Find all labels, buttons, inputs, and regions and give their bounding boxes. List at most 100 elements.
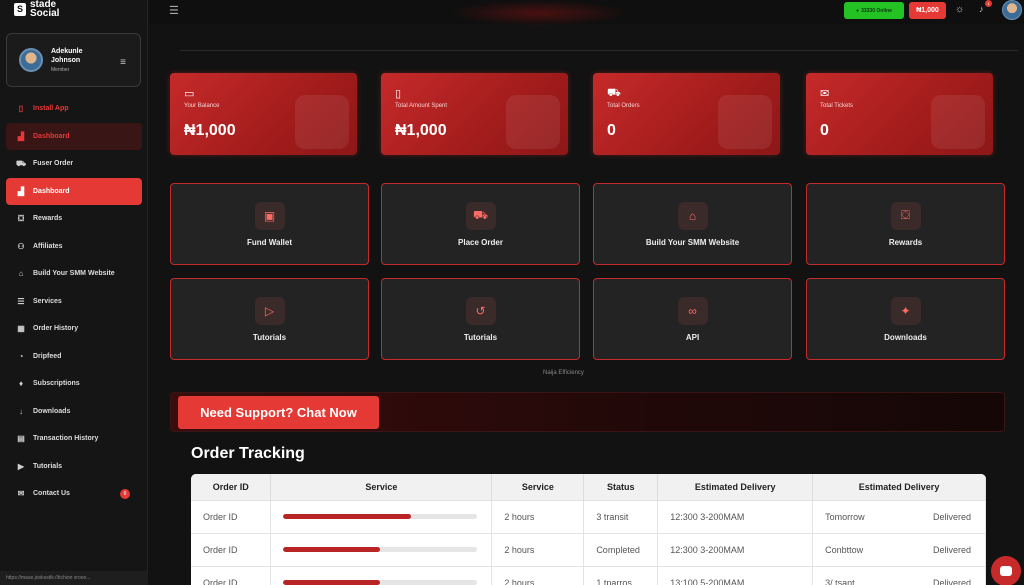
wallet-icon: ▭ <box>184 88 195 100</box>
arrow-down-icon: ↓ <box>19 406 23 416</box>
column-header[interactable]: Estimated Delivery <box>812 474 986 500</box>
play-icon: ▷ <box>254 296 285 325</box>
user-avatar[interactable] <box>1002 0 1022 20</box>
download-app-icon: ▯ <box>18 104 24 114</box>
action-build-your-smm-website[interactable]: ⌂ Build Your SMM Website <box>593 183 792 265</box>
status-cell: 3 transit <box>583 499 659 533</box>
store-icon: ⌂ <box>677 201 708 230</box>
stat-label: Total Orders <box>607 103 640 109</box>
profile-menu-icon[interactable]: ≡ <box>120 57 126 68</box>
app-root: S stade Social Adekunle Johnson Member ≡… <box>0 0 1024 585</box>
table-row[interactable]: Order ID 2 hours Completed 12:300 3-200MAM C… <box>191 532 986 566</box>
hamburger-icon[interactable]: ☰ <box>169 4 179 17</box>
sun-icon[interactable]: ☼ <box>955 4 964 15</box>
sidebar-item-build-your-smm-website[interactable]: ⌂ Build Your SMM Website <box>6 260 142 288</box>
online-status-text: 33330 Online <box>861 7 892 14</box>
stat-label: Your Balance <box>184 103 220 109</box>
bell-icon[interactable]: ♪ <box>979 4 984 14</box>
sidebar-item-rewards[interactable]: ⛋ Rewards <box>6 205 142 233</box>
delivered-text: Delivered <box>932 511 971 522</box>
column-header[interactable]: Service <box>491 474 585 500</box>
sidebar-item-dripfeed[interactable]: ◔ Dripfeed <box>6 343 142 371</box>
topbar: ☰ ● 33330 Online ₦1,000 ☼ ♪ 1 <box>149 0 1024 26</box>
sidebar-item-contact-us[interactable]: ✉ Contact Us 0 <box>6 480 142 508</box>
sidebar-item-downloads[interactable]: ↓ Downloads <box>6 398 142 426</box>
sidebar-item-services[interactable]: ☰ Services <box>6 288 142 316</box>
logo-mark-icon: S <box>14 2 26 16</box>
top-glow <box>449 0 629 26</box>
progress-bar <box>283 580 478 585</box>
receipt-icon: ▤ <box>17 434 25 444</box>
stat-value: 0 <box>820 122 829 139</box>
table-row[interactable]: Order ID 2 hours 1 tparros 13:100 5-200MAM 3… <box>191 565 986 585</box>
profile-role: Member <box>51 67 70 73</box>
column-header[interactable]: Service <box>270 474 493 500</box>
sidebar-item-order-history[interactable]: ▦ Order History <box>6 315 142 343</box>
status-url: https://mase.jooksstik://tichion vrooo..… <box>0 571 148 585</box>
stat-decoration <box>931 95 985 149</box>
progress-cell <box>270 565 493 585</box>
sidebar-item-dashboard[interactable]: ▟ Dashboard <box>6 122 142 150</box>
stat-label: Total Tickets <box>820 103 854 109</box>
duration-cell: 2 hours <box>491 532 585 566</box>
sidebar-item-label: Rewards <box>33 215 63 223</box>
action-tutorials[interactable]: ↺ Tutorials <box>381 278 580 360</box>
play-icon: ▶ <box>17 461 25 471</box>
contact-badge: 0 <box>120 488 130 499</box>
sidebar-item-transaction-history[interactable]: ▤ Transaction History <box>6 425 142 453</box>
thumbs-up-icon: ♦ <box>18 379 24 389</box>
action-label: Tutorials <box>463 332 498 342</box>
sidebar-item-label: Tutorials <box>33 462 63 470</box>
sidebar-item-subscriptions[interactable]: ♦ Subscriptions <box>6 370 142 398</box>
sidebar-item-dashboard[interactable]: ▟ Dashboard <box>6 177 142 205</box>
profile-card[interactable]: Adekunle Johnson Member ≡ <box>6 33 141 87</box>
sidebar-item-fuser-order[interactable]: ⛟ Fuser Order <box>6 150 142 178</box>
chat-fab-button[interactable] <box>991 556 1021 585</box>
sidebar-item-label: Subscriptions <box>33 380 80 388</box>
stat-card: ✉ Total Tickets 0 <box>806 73 993 155</box>
action-downloads[interactable]: ✦ Downloads <box>806 278 1005 360</box>
sidebar-item-label: Dripfeed <box>33 352 62 360</box>
chat-bubble-icon: ✉ <box>820 88 830 100</box>
gift-icon: ⛋ <box>890 201 921 230</box>
order-tracking-title: Order Tracking <box>191 445 305 462</box>
column-header[interactable]: Estimated Delivery <box>657 474 814 500</box>
order-id-cell: Order ID <box>191 565 272 585</box>
progress-fill <box>283 580 381 585</box>
action-tutorials[interactable]: ▷ Tutorials <box>170 278 369 360</box>
order-tracking-table: Order ID Service Service Status Estimated De… <box>191 474 986 585</box>
chat-support-button[interactable]: Need Support? Chat Now <box>178 396 379 429</box>
stat-card: ▯ Total Amount Spent ₦1,000 <box>381 73 568 155</box>
chart-icon: ▟ <box>17 131 25 141</box>
brand-logo[interactable]: S stade Social <box>14 0 59 19</box>
column-header[interactable]: Status <box>583 474 659 500</box>
action-label: Downloads <box>884 332 927 342</box>
stat-value: 0 <box>607 122 616 139</box>
cart-icon: ⛟ <box>607 87 621 99</box>
progress-cell <box>270 499 493 533</box>
order-id-cell: Order ID <box>191 532 272 566</box>
status-cell: Completed <box>583 532 659 566</box>
online-dot-icon: ● <box>856 7 860 14</box>
sidebar-item-label: Fuser Order <box>33 160 74 168</box>
stat-value: ₦1,000 <box>184 122 236 139</box>
sidebar-item-install-app[interactable]: ▯ Install App <box>6 95 142 123</box>
profile-name: Adekunle Johnson <box>51 48 83 64</box>
column-header[interactable]: Order ID <box>191 474 272 500</box>
sidebar-item-tutorials[interactable]: ▶ Tutorials <box>6 453 142 481</box>
online-status-badge[interactable]: ● 33330 Online <box>844 2 904 19</box>
notification-count-badge: 1 <box>985 0 992 7</box>
sidebar-item-affiliates[interactable]: ⚇ Affiliates <box>6 233 142 261</box>
cart-icon: ⛟ <box>465 201 496 230</box>
balance-badge[interactable]: ₦1,000 <box>909 2 946 19</box>
action-api[interactable]: ∞ API <box>593 278 792 360</box>
stars-icon: ✦ <box>890 296 921 325</box>
action-place-order[interactable]: ⛟ Place Order <box>381 183 580 265</box>
cart-icon: ⛟ <box>16 158 27 168</box>
delivered-text: Delivered <box>932 577 971 585</box>
table-row[interactable]: Order ID 2 hours 3 transit 12:300 3-200MAM T… <box>191 499 986 533</box>
action-rewards[interactable]: ⛋ Rewards <box>806 183 1005 265</box>
action-fund-wallet[interactable]: ▣ Fund Wallet <box>170 183 369 265</box>
stat-value: ₦1,000 <box>395 122 447 139</box>
action-label: Place Order <box>458 237 503 247</box>
